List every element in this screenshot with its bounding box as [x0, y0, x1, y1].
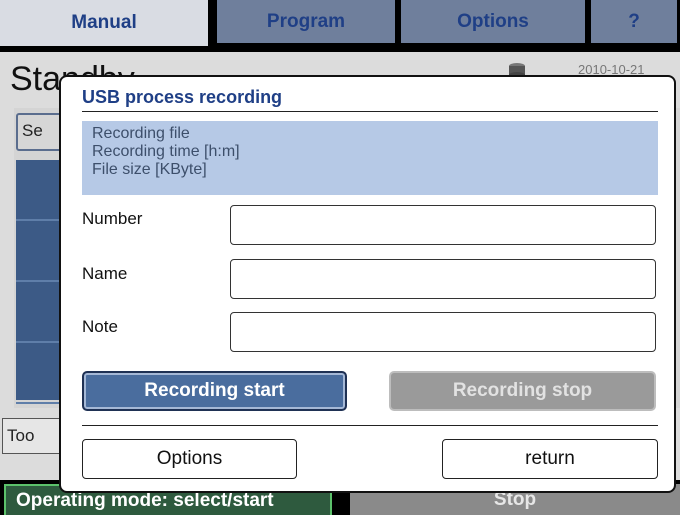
tab-options[interactable]: Options: [398, 0, 588, 46]
info-file-size: File size [KByte]: [92, 161, 207, 178]
recording-info-box: Recording file Recording time [h:m] File…: [82, 121, 658, 195]
recording-stop-button[interactable]: Recording stop: [389, 371, 656, 411]
info-recording-file: Recording file: [92, 125, 190, 142]
options-button[interactable]: Options: [82, 439, 297, 479]
tab-bar: Manual Program Options ?: [0, 0, 680, 52]
name-field[interactable]: [230, 259, 656, 299]
number-field[interactable]: [230, 205, 656, 245]
number-label: Number: [82, 209, 143, 228]
info-recording-time: Recording time [h:m]: [92, 143, 240, 160]
dialog-title: USB process recording: [82, 87, 283, 107]
tab-program[interactable]: Program: [214, 0, 398, 46]
divider: [82, 425, 658, 426]
name-label: Name: [82, 264, 128, 283]
return-button[interactable]: return: [442, 439, 658, 479]
note-label: Note: [82, 317, 118, 336]
divider: [82, 111, 658, 112]
device-screen: Manual Program Options ? Standby 2010-10…: [0, 0, 680, 515]
tab-help[interactable]: ?: [588, 0, 680, 46]
tab-manual[interactable]: Manual: [0, 0, 214, 46]
note-field[interactable]: [230, 312, 656, 352]
usb-recording-dialog: USB process recording Recording file Rec…: [59, 75, 676, 493]
recording-start-button[interactable]: Recording start: [82, 371, 347, 411]
